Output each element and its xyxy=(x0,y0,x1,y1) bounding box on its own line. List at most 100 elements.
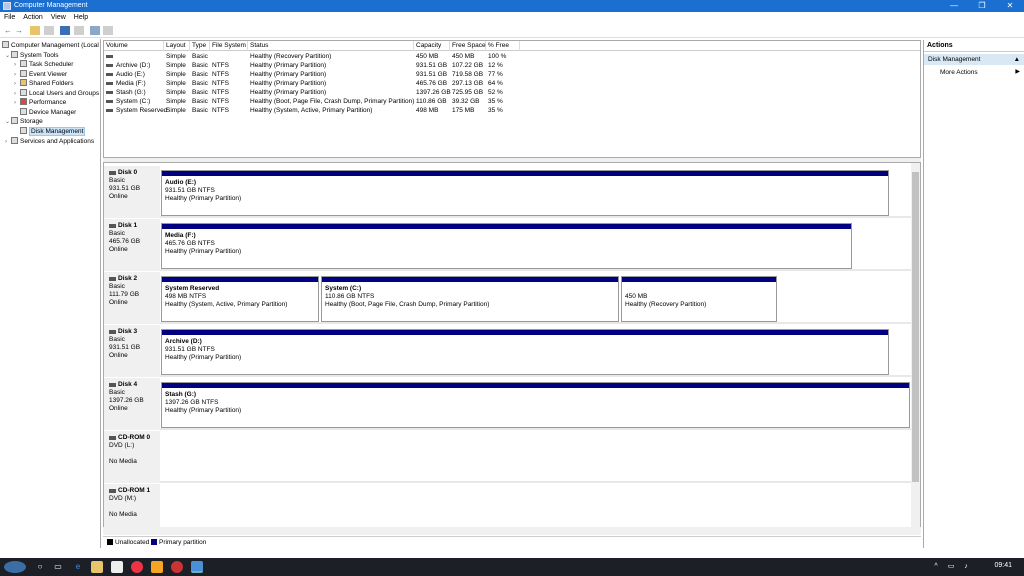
column-percent-free[interactable]: % Free xyxy=(486,41,520,51)
performance-icon xyxy=(20,98,27,105)
device-manager-icon xyxy=(20,108,27,115)
tree-item-root[interactable]: Computer Management (Local xyxy=(2,41,99,50)
computer-management-taskbar-icon[interactable] xyxy=(191,561,203,573)
column-capacity[interactable]: Capacity xyxy=(414,41,450,51)
column-status[interactable]: Status xyxy=(248,41,414,51)
maximize-button[interactable]: ❐ xyxy=(968,0,996,12)
column-type[interactable]: Type xyxy=(190,41,210,51)
forward-arrow-icon[interactable]: → xyxy=(14,26,24,35)
partition-system[interactable]: System (C:) 110.86 GB NTFS Healthy (Boot, … xyxy=(321,276,619,322)
start-button-icon[interactable] xyxy=(4,561,26,573)
menu-view[interactable]: View xyxy=(47,12,70,24)
volume-icon xyxy=(106,109,113,112)
volume-row[interactable]: Media (F:) Simple Basic NTFS Healthy (Primar… xyxy=(104,79,920,88)
disk-view-scrollbar[interactable] xyxy=(911,163,920,533)
edge-browser-icon[interactable]: e xyxy=(72,561,84,573)
partition-media[interactable]: Media (F:) 465.76 GB NTFS Healthy (Primary… xyxy=(161,223,852,269)
volume-cell: 719.58 GB xyxy=(452,71,484,78)
minimize-button[interactable]: — xyxy=(940,0,968,12)
taskbar: ○ ▭ e ^ ▭ ♪ 09:41 xyxy=(0,558,1024,576)
disk-row[interactable]: Disk 1 Basic 465.76 GB Online Media (F:)… xyxy=(104,219,912,271)
column-free-space[interactable]: Free Space xyxy=(450,41,486,51)
disk-row[interactable]: Disk 4 Basic 1397.26 GB Online Stash (G:… xyxy=(104,378,912,430)
tree-item-disk-management[interactable]: Disk Management xyxy=(14,127,86,136)
column-layout[interactable]: Layout xyxy=(164,41,190,51)
cdrom-row[interactable]: CD-ROM 0 DVD (L:) No Media xyxy=(104,431,912,483)
app-icon-orange[interactable] xyxy=(151,561,163,573)
partition-audio[interactable]: Audio (E:) 931.51 GB NTFS Healthy (Primary… xyxy=(161,170,889,216)
volume-cell: 100 % xyxy=(488,53,507,60)
tree-item-storage[interactable]: ⌄ Storage xyxy=(5,117,43,126)
column-file-system[interactable]: File System xyxy=(210,41,248,51)
tree-item-services[interactable]: › Services and Applications xyxy=(5,137,94,146)
properties-icon[interactable] xyxy=(74,26,84,35)
partition-recovery[interactable]: 450 MB Healthy (Recovery Partition) xyxy=(621,276,777,322)
tree-item-device-manager[interactable]: Device Manager xyxy=(14,108,76,117)
volume-row[interactable]: Simple Basic Healthy (Recovery Partition) 4… xyxy=(104,52,920,61)
volume-cell: 35 % xyxy=(488,98,503,105)
volume-cell: 175 MB xyxy=(452,107,475,114)
app-icon-red[interactable] xyxy=(171,561,183,573)
volume-row[interactable]: Archive (D:) Simple Basic NTFS Healthy (Prim… xyxy=(104,61,920,70)
menu-action[interactable]: Action xyxy=(19,12,46,24)
search-icon[interactable]: ○ xyxy=(34,561,46,573)
folder-icon[interactable] xyxy=(30,26,40,35)
console-tree-icon[interactable] xyxy=(44,26,54,35)
menu-help[interactable]: Help xyxy=(70,12,92,24)
notepad-icon[interactable] xyxy=(111,561,123,573)
volume-cell: 498 MB xyxy=(416,107,439,114)
disk-management-icon xyxy=(20,127,27,134)
console-tree: Computer Management (Local ⌄ System Tools… xyxy=(0,39,101,548)
back-arrow-icon[interactable]: ← xyxy=(3,26,13,35)
partition-stash[interactable]: Stash (G:) 1397.26 GB NTFS Healthy (Primar… xyxy=(161,382,910,428)
tree-item-local-users[interactable]: › Local Users and Groups xyxy=(14,89,99,98)
task-view-icon[interactable]: ▭ xyxy=(52,561,64,573)
cdrom-label[interactable]: CD-ROM 0 DVD (L:) No Media xyxy=(104,431,160,483)
legend: Unallocated Primary partition xyxy=(103,536,921,547)
tray-arrow-icon[interactable]: ^ xyxy=(930,561,942,573)
volume-icon xyxy=(106,91,113,94)
view-icon[interactable] xyxy=(103,26,113,35)
tree-item-task-scheduler[interactable]: › Task Scheduler xyxy=(14,60,73,69)
disk-label[interactable]: Disk 4 Basic 1397.26 GB Online xyxy=(104,378,160,430)
volume-icon[interactable]: ♪ xyxy=(960,561,972,573)
taskbar-clock[interactable]: 09:41 xyxy=(994,562,1012,569)
collapse-arrow-icon[interactable]: ▲ xyxy=(1014,54,1020,65)
volume-row[interactable]: Stash (G:) Simple Basic NTFS Healthy (Primar… xyxy=(104,88,920,97)
volume-row[interactable]: System Reserved Simple Basic NTFS Healthy (S… xyxy=(104,106,920,115)
more-actions-link[interactable]: More Actions xyxy=(940,68,978,77)
volume-row[interactable]: System (C:) Simple Basic NTFS Healthy (Boot,… xyxy=(104,97,920,106)
disk-row[interactable]: Disk 0 Basic 931.51 GB Online Audio (E:)… xyxy=(104,166,912,218)
disk-row[interactable]: Disk 2 Basic 111.79 GB Online System Res… xyxy=(104,272,912,324)
volume-icon xyxy=(106,82,113,85)
partition-archive[interactable]: Archive (D:) 931.51 GB NTFS Healthy (Prima… xyxy=(161,329,889,375)
volume-cell: Simple xyxy=(166,98,186,105)
disk-label[interactable]: Disk 2 Basic 111.79 GB Online xyxy=(104,272,160,324)
volume-cell: Simple xyxy=(166,107,186,114)
tree-item-shared-folders[interactable]: › Shared Folders xyxy=(14,79,73,88)
close-button[interactable]: ✕ xyxy=(996,0,1024,12)
disk-label[interactable]: Disk 3 Basic 931.51 GB Online xyxy=(104,325,160,377)
disk-view-horizontal-scrollbar[interactable] xyxy=(103,527,921,535)
disk-label[interactable]: Disk 0 Basic 931.51 GB Online xyxy=(104,166,160,218)
actions-disk-management[interactable]: Disk Management ▲ xyxy=(924,54,1024,65)
tree-item-event-viewer[interactable]: › Event Viewer xyxy=(14,70,67,79)
tree-item-system-tools[interactable]: ⌄ System Tools xyxy=(5,51,59,60)
disk-label[interactable]: Disk 1 Basic 465.76 GB Online xyxy=(104,219,160,271)
volume-cell: Simple xyxy=(166,80,186,87)
help-icon[interactable] xyxy=(60,26,70,35)
volume-cell: Healthy (Primary Partition) xyxy=(250,62,327,69)
volume-row[interactable]: Audio (E:) Simple Basic NTFS Healthy (Primar… xyxy=(104,70,920,79)
partition-system-reserved[interactable]: System Reserved 498 MB NTFS Healthy (Syste… xyxy=(161,276,319,322)
column-volume[interactable]: Volume xyxy=(104,41,164,51)
file-explorer-icon[interactable] xyxy=(91,561,103,573)
disk-icon[interactable] xyxy=(90,26,100,35)
volume-cell: Healthy (Boot, Page File, Crash Dump, Pr… xyxy=(250,98,415,105)
disk-row[interactable]: Disk 3 Basic 931.51 GB Online Archive (D… xyxy=(104,325,912,377)
menu-file[interactable]: File xyxy=(0,12,19,24)
tree-item-performance[interactable]: › Performance xyxy=(14,98,66,107)
chrome-icon[interactable] xyxy=(131,561,143,573)
network-icon[interactable]: ▭ xyxy=(945,561,957,573)
scrollbar-thumb[interactable] xyxy=(912,172,919,482)
volume-cell: 725.95 GB xyxy=(452,89,484,96)
